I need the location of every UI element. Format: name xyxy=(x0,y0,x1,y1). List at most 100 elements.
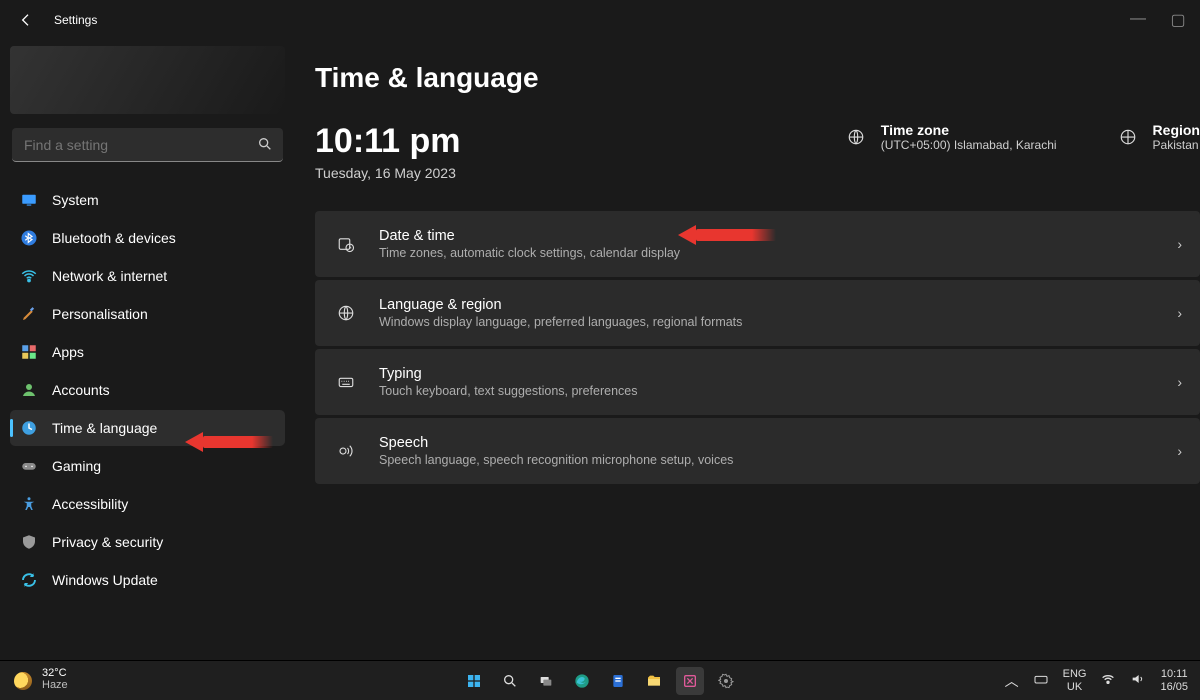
search-icon xyxy=(257,136,273,157)
timezone-label: Time zone xyxy=(881,122,1057,138)
back-button[interactable] xyxy=(12,6,40,34)
profile-area[interactable] xyxy=(10,46,285,114)
chevron-right-icon: › xyxy=(1177,236,1182,252)
lang-top: ENG xyxy=(1063,668,1087,680)
card-subtitle: Speech language, speech recognition micr… xyxy=(379,453,733,467)
calendar-clock-icon xyxy=(333,235,359,253)
sidebar-item-privacy[interactable]: Privacy & security xyxy=(10,524,285,560)
display-icon xyxy=(20,191,38,209)
card-date-time[interactable]: Date & time Time zones, automatic clock … xyxy=(315,211,1200,277)
current-date: Tuesday, 16 May 2023 xyxy=(315,165,461,181)
sidebar-item-time-language[interactable]: Time & language xyxy=(10,410,285,446)
sidebar-item-accessibility[interactable]: Accessibility xyxy=(10,486,285,522)
sidebar: System Bluetooth & devices Network & int… xyxy=(0,40,295,660)
search-box[interactable] xyxy=(12,128,283,162)
bluetooth-icon xyxy=(20,229,38,247)
apps-icon xyxy=(20,343,38,361)
weather-icon xyxy=(14,672,32,690)
clock-display: 10:11 pm Tuesday, 16 May 2023 xyxy=(315,122,461,181)
input-language-button[interactable]: ENG UK xyxy=(1063,668,1087,692)
sidebar-item-network[interactable]: Network & internet xyxy=(10,258,285,294)
start-button[interactable] xyxy=(460,667,488,695)
touch-keyboard-icon[interactable] xyxy=(1033,671,1049,690)
globe-icon xyxy=(1117,128,1139,146)
region-value: Pakistan xyxy=(1153,138,1200,152)
card-title: Typing xyxy=(379,366,637,382)
sidebar-item-label: Gaming xyxy=(52,458,101,474)
sidebar-item-accounts[interactable]: Accounts xyxy=(10,372,285,408)
lang-bottom: UK xyxy=(1063,681,1087,693)
card-title: Language & region xyxy=(379,297,742,313)
chevron-right-icon: › xyxy=(1177,374,1182,390)
window-title: Settings xyxy=(54,13,97,27)
clock-globe-icon xyxy=(20,419,38,437)
card-subtitle: Time zones, automatic clock settings, ca… xyxy=(379,246,680,260)
wifi-tray-icon[interactable] xyxy=(1100,671,1116,690)
update-icon xyxy=(20,571,38,589)
timezone-chip[interactable]: Time zone (UTC+05:00) Islamabad, Karachi xyxy=(845,122,1057,152)
paintbrush-icon xyxy=(20,305,38,323)
current-time: 10:11 pm xyxy=(315,122,461,161)
active-indicator xyxy=(10,419,13,437)
card-speech[interactable]: Speech Speech language, speech recogniti… xyxy=(315,418,1200,484)
sidebar-item-label: Bluetooth & devices xyxy=(52,230,176,246)
sidebar-item-windows-update[interactable]: Windows Update xyxy=(10,562,285,598)
card-subtitle: Windows display language, preferred lang… xyxy=(379,315,742,329)
shield-icon xyxy=(20,533,38,551)
card-language-region[interactable]: Language & region Windows display langua… xyxy=(315,280,1200,346)
chevron-right-icon: › xyxy=(1177,305,1182,321)
page-title: Time & language xyxy=(315,62,1200,94)
region-chip[interactable]: Region Pakistan xyxy=(1117,122,1200,152)
keyboard-icon xyxy=(333,373,359,391)
weather-temp: 32°C xyxy=(42,668,68,679)
sidebar-item-label: Network & internet xyxy=(52,268,167,284)
tray-time: 10:11 xyxy=(1160,668,1188,680)
sidebar-item-label: Privacy & security xyxy=(52,534,163,550)
chevron-right-icon: › xyxy=(1177,443,1182,459)
tray-chevron-icon[interactable]: ︿ xyxy=(1005,671,1019,691)
card-title: Date & time xyxy=(379,228,680,244)
taskbar: 32°C Haze ︿ ENG UK 10:11 16/05 xyxy=(0,660,1200,700)
region-label: Region xyxy=(1153,122,1200,138)
timezone-value: (UTC+05:00) Islamabad, Karachi xyxy=(881,138,1057,152)
tray-date: 16/05 xyxy=(1160,681,1188,693)
sidebar-item-label: Accounts xyxy=(52,382,110,398)
task-view-button[interactable] xyxy=(532,667,560,695)
sidebar-item-system[interactable]: System xyxy=(10,182,285,218)
taskbar-clock[interactable]: 10:11 16/05 xyxy=(1160,668,1188,692)
sidebar-item-label: System xyxy=(52,192,99,208)
sidebar-item-apps[interactable]: Apps xyxy=(10,334,285,370)
search-input[interactable] xyxy=(12,128,283,162)
main-content: Time & language 10:11 pm Tuesday, 16 May… xyxy=(295,40,1200,660)
titlebar: Settings — ▢ xyxy=(0,0,1200,40)
sidebar-item-personalisation[interactable]: Personalisation xyxy=(10,296,285,332)
taskbar-app-edge[interactable] xyxy=(568,667,596,695)
timezone-icon xyxy=(845,128,867,146)
person-icon xyxy=(20,381,38,399)
volume-tray-icon[interactable] xyxy=(1130,671,1146,690)
taskbar-search-button[interactable] xyxy=(496,667,524,695)
speech-icon xyxy=(333,442,359,460)
card-subtitle: Touch keyboard, text suggestions, prefer… xyxy=(379,384,637,398)
sidebar-item-label: Personalisation xyxy=(52,306,148,322)
taskbar-app-explorer[interactable] xyxy=(640,667,668,695)
taskbar-app-settings[interactable] xyxy=(712,667,740,695)
wifi-icon xyxy=(20,267,38,285)
gamepad-icon xyxy=(20,457,38,475)
sidebar-item-bluetooth[interactable]: Bluetooth & devices xyxy=(10,220,285,256)
language-icon xyxy=(333,304,359,322)
taskbar-app-snip[interactable] xyxy=(676,667,704,695)
minimize-button[interactable]: — xyxy=(1128,10,1148,30)
taskbar-app-office[interactable] xyxy=(604,667,632,695)
card-typing[interactable]: Typing Touch keyboard, text suggestions,… xyxy=(315,349,1200,415)
sidebar-item-label: Accessibility xyxy=(52,496,128,512)
card-title: Speech xyxy=(379,435,733,451)
sidebar-item-label: Windows Update xyxy=(52,572,158,588)
accessibility-icon xyxy=(20,495,38,513)
maximize-button[interactable]: ▢ xyxy=(1168,10,1188,30)
sidebar-item-gaming[interactable]: Gaming xyxy=(10,448,285,484)
taskbar-weather[interactable]: 32°C Haze xyxy=(0,668,68,692)
weather-desc: Haze xyxy=(42,679,68,692)
sidebar-item-label: Apps xyxy=(52,344,84,360)
sidebar-item-label: Time & language xyxy=(52,420,157,436)
